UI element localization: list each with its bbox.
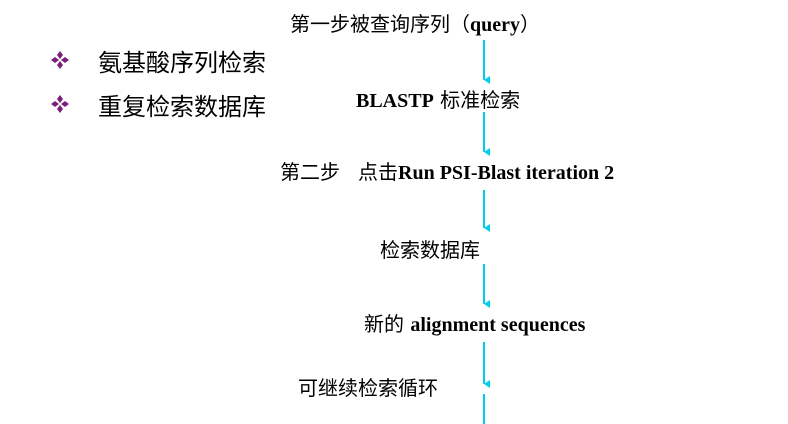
step-text-en: alignment sequences [410, 314, 586, 336]
flow-step-psi-blast: 第二步 点击Run PSI-Blast iteration 2 [280, 156, 614, 185]
step-text: ） [520, 12, 540, 36]
step-text-en: Run PSI-Blast iteration 2 [398, 162, 615, 184]
step-text: 第一步被查询序列（ [290, 12, 470, 36]
step-text-en: BLASTP [356, 90, 434, 112]
flow-step-query: 第一步被查询序列（query） [290, 8, 540, 37]
step-label: 第二步 [280, 160, 340, 184]
flow-step-loop: 可继续检索循环 [298, 372, 438, 401]
step-text: 检索数据库 [380, 238, 480, 262]
step-text: 标准检索 [433, 88, 521, 112]
flow-arrows [483, 40, 490, 424]
flow-step-new-alignment: 新的 alignment sequences [364, 308, 585, 337]
step-text-en: query [470, 14, 520, 36]
step-text: 新的 [364, 312, 411, 336]
flow-step-search-db: 检索数据库 [380, 234, 480, 263]
step-text: 可继续检索循环 [298, 376, 438, 400]
step-text: 点击 [358, 160, 398, 184]
flow-step-blastp: BLASTP 标准检索 [356, 84, 520, 113]
